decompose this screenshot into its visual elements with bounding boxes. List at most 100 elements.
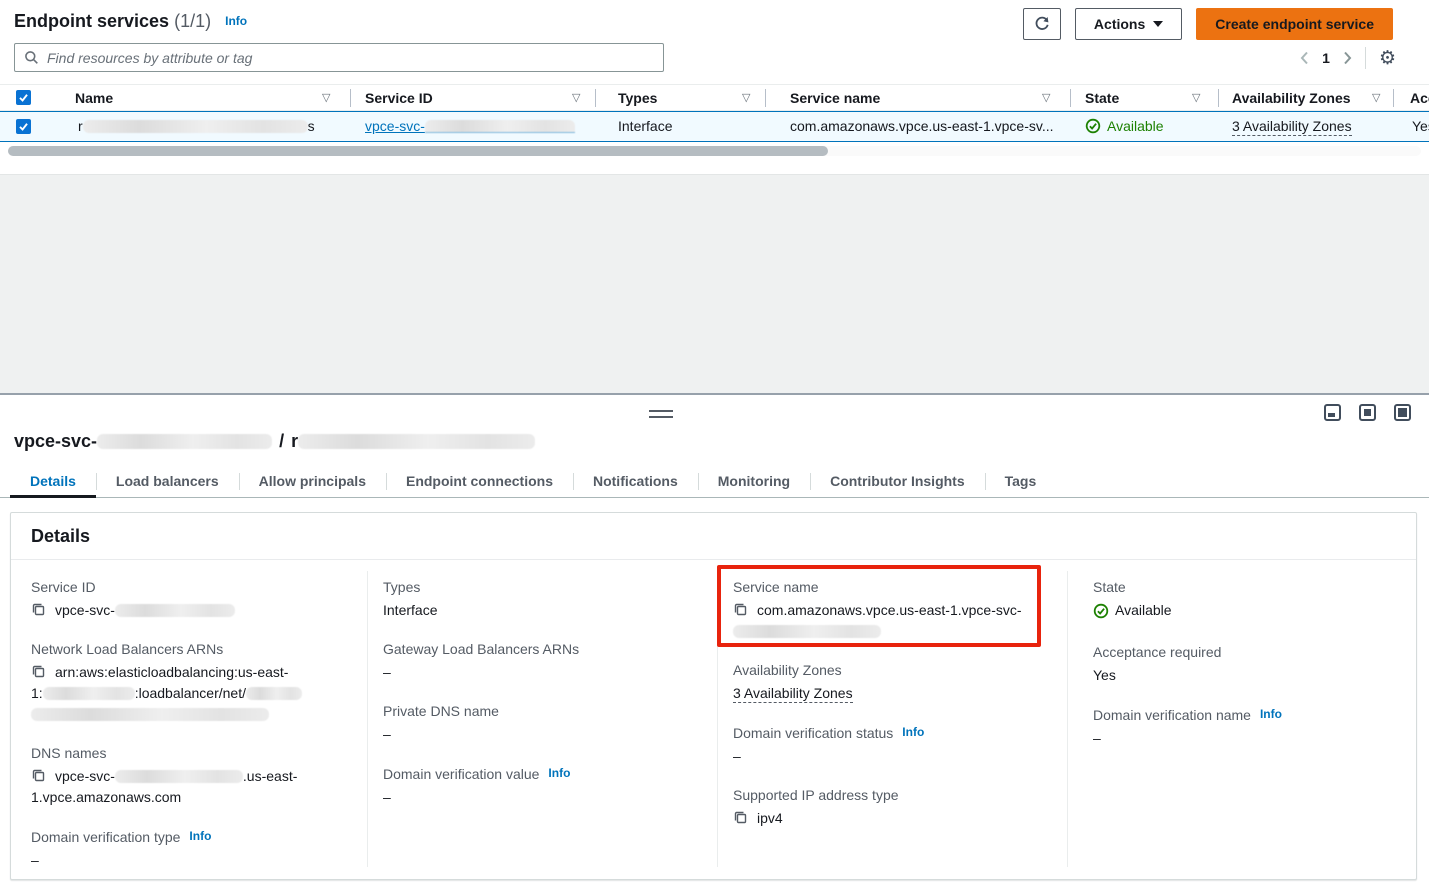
column-divider (1218, 89, 1219, 107)
search-bar (14, 43, 664, 72)
column-header-state[interactable]: State (1085, 90, 1119, 106)
column-divider (1393, 89, 1394, 107)
row-state: Available (1085, 118, 1164, 134)
redacted-text (733, 625, 881, 638)
field-label: Domain verification typeInfo (31, 826, 353, 847)
panel-size-controls (1324, 404, 1411, 421)
redacted-text (115, 604, 235, 617)
availability-zones-link[interactable]: 3 Availability Zones (733, 685, 853, 703)
column-header-types[interactable]: Types (618, 90, 657, 106)
scrollbar-thumb[interactable] (8, 146, 828, 156)
resource-count: (1/1) (174, 11, 211, 31)
field-value: – (383, 662, 703, 683)
field-label: Domain verification valueInfo (383, 763, 703, 784)
column-divider (1067, 571, 1068, 867)
sort-icon-state[interactable]: ▽ (1192, 91, 1200, 104)
details-column-4: State Available Acceptance required Yes … (1093, 577, 1413, 767)
field-value: – (31, 850, 353, 871)
copy-icon[interactable] (31, 768, 46, 783)
page-background (0, 174, 1429, 393)
copy-icon[interactable] (733, 810, 748, 825)
field-value: arn:aws:elasticloadbalancing:us-east- 1:… (31, 662, 353, 725)
gear-icon[interactable]: ⚙ (1379, 49, 1396, 68)
row-checkbox[interactable] (16, 119, 31, 134)
tab-load-balancers[interactable]: Load balancers (96, 465, 239, 497)
field-label: Gateway Load Balancers ARNs (383, 639, 703, 659)
copy-icon[interactable] (31, 602, 46, 617)
field-label: Private DNS name (383, 701, 703, 721)
sort-icon-types[interactable]: ▽ (742, 91, 750, 104)
field-label: DNS names (31, 743, 353, 763)
panel-size-small-icon[interactable] (1324, 404, 1341, 421)
table-header: Name ▽ Service ID ▽ Types ▽ Service name… (0, 84, 1429, 111)
tab-monitoring[interactable]: Monitoring (698, 465, 810, 497)
tab-allow-principals[interactable]: Allow principals (239, 465, 386, 497)
drag-handle-icon[interactable] (649, 410, 673, 418)
row-availability-zones-link[interactable]: 3 Availability Zones (1232, 118, 1352, 136)
caret-down-icon (1153, 21, 1163, 27)
field-label: Acceptance required (1093, 642, 1413, 662)
header-checkbox[interactable] (16, 90, 31, 105)
actions-button[interactable]: Actions (1075, 8, 1182, 40)
row-name: rs (78, 118, 315, 134)
column-divider (595, 89, 596, 107)
field-value: – (383, 724, 703, 745)
column-header-availability-zones[interactable]: Availability Zones (1232, 90, 1351, 106)
column-header-name[interactable]: Name (75, 90, 113, 106)
field-domain-verification-name: Domain verification nameInfo – (1093, 704, 1413, 749)
search-icon (24, 50, 39, 65)
redacted-text (43, 687, 135, 700)
field-service-id: Service ID vpce-svc- (31, 577, 353, 621)
column-header-acceptance[interactable]: Acceptance required (1410, 90, 1429, 106)
field-label: Network Load Balancers ARNs (31, 639, 353, 659)
panel-size-large-icon[interactable] (1394, 404, 1411, 421)
field-domain-verification-type: Domain verification typeInfo – (31, 826, 353, 871)
column-divider (367, 571, 368, 867)
chevron-left-icon[interactable] (1300, 51, 1309, 65)
tab-contributor-insights[interactable]: Contributor Insights (810, 465, 985, 497)
field-value: Yes (1093, 665, 1413, 686)
column-header-service-name[interactable]: Service name (790, 90, 880, 106)
tab-tags[interactable]: Tags (985, 465, 1057, 497)
title-info-link[interactable]: Info (225, 14, 247, 28)
panel-size-medium-icon[interactable] (1359, 404, 1376, 421)
copy-icon[interactable] (733, 602, 748, 617)
table-row[interactable]: rs vpce-svc- Interface com.amazonaws.vpc… (0, 111, 1429, 142)
check-icon (18, 121, 29, 132)
tab-details[interactable]: Details (10, 465, 96, 497)
field-supported-ip: Supported IP address type ipv4 (733, 785, 1043, 829)
refresh-button[interactable] (1023, 8, 1061, 40)
sort-icon-service-id[interactable]: ▽ (572, 91, 580, 104)
column-divider (1070, 89, 1071, 107)
tab-endpoint-connections[interactable]: Endpoint connections (386, 465, 573, 497)
sort-icon-availability-zones[interactable]: ▽ (1372, 91, 1380, 104)
row-service-name: com.amazonaws.vpce.us-east-1.vpce-sv... (790, 118, 1054, 134)
endpoint-services-page: Endpoint services (1/1) Info Actions Cre… (0, 0, 1429, 886)
column-header-service-id[interactable]: Service ID (365, 90, 433, 106)
row-acceptance: Yes (1412, 118, 1429, 134)
field-value: Interface (383, 600, 703, 621)
field-value: vpce-svc- (31, 600, 353, 621)
tab-notifications[interactable]: Notifications (573, 465, 698, 497)
pagination: 1 ⚙ (1300, 46, 1396, 70)
status-available-icon (1093, 603, 1109, 619)
info-link[interactable]: Info (189, 829, 211, 843)
refresh-icon (1034, 16, 1050, 32)
field-state: State Available (1093, 577, 1413, 624)
info-link[interactable]: Info (1260, 707, 1282, 721)
split-panel: vpce-svc-/r Details Load balancers Allow… (0, 393, 1429, 886)
sort-icon-name[interactable]: ▽ (322, 91, 330, 104)
page-number[interactable]: 1 (1322, 50, 1330, 66)
create-endpoint-service-button[interactable]: Create endpoint service (1196, 8, 1393, 40)
search-input[interactable] (14, 43, 664, 72)
row-service-id-link[interactable]: vpce-svc- (365, 118, 575, 134)
info-link[interactable]: Info (548, 766, 570, 780)
chevron-right-icon[interactable] (1343, 51, 1352, 65)
field-nlb-arns: Network Load Balancers ARNs arn:aws:elas… (31, 639, 353, 725)
field-service-name: Service name com.amazonaws.vpce.us-east-… (733, 577, 1043, 642)
field-value: ipv4 (733, 808, 1043, 829)
sort-icon-service-name[interactable]: ▽ (1042, 91, 1050, 104)
info-link[interactable]: Info (902, 725, 924, 739)
copy-icon[interactable] (31, 664, 46, 679)
pagination-divider (1365, 47, 1366, 69)
